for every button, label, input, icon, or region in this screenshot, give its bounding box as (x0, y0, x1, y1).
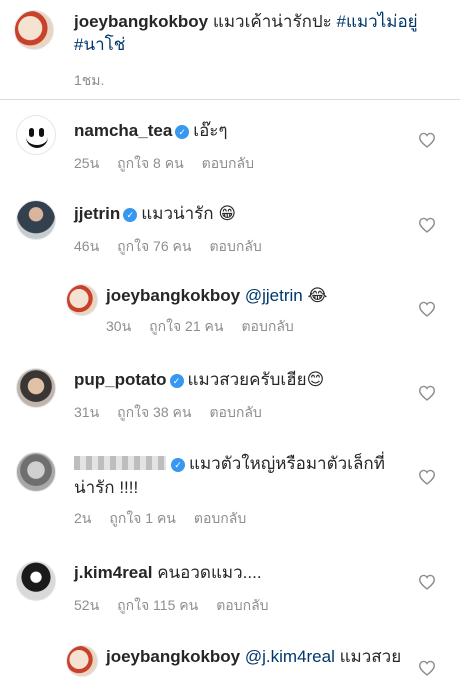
comment-username[interactable]: namcha_tea (74, 121, 172, 140)
comments-screen: joeybangkokboy แมวเค้าน่ารักปะ #แมวไม่อย… (0, 0, 460, 696)
divider (0, 99, 460, 100)
hashtag-link[interactable]: #นาโช่ (74, 35, 125, 54)
comment-username[interactable]: pup_potato (74, 370, 167, 389)
comment-time: 31น (74, 404, 100, 420)
comment-time: 25น (74, 155, 100, 171)
caption-username[interactable]: joeybangkokboy (74, 12, 208, 31)
heart-outline-icon[interactable] (418, 217, 436, 233)
avatar-j-kim4real[interactable] (16, 561, 56, 601)
comment-text: แมวน่ารัก 😁 (141, 204, 237, 223)
reply-button[interactable]: ตอบกลับ (209, 404, 261, 420)
comment-text: คนอวดแมว.... (157, 563, 262, 582)
comment-likes[interactable]: ถูกใจ 8 คน (117, 155, 184, 171)
comment-text: แมวสวยครับเฮีย😊 (187, 370, 325, 389)
reply-button[interactable]: ตอบกลับ (241, 318, 293, 334)
verified-badge-icon: ✓ (171, 458, 185, 472)
verified-badge-icon: ✓ (169, 374, 184, 388)
comment-likes[interactable]: ถูกใจ 38 คน (117, 404, 191, 420)
reply-button[interactable]: ตอบกลับ (216, 597, 268, 613)
hashtag-link[interactable]: #แมวไม่อยู่ (337, 12, 418, 31)
heart-outline-icon[interactable] (418, 301, 436, 317)
comment-text: แมวสวย (334, 647, 402, 666)
comment-text: เอ๊ะๆ (193, 121, 228, 140)
heart-outline-icon[interactable] (418, 660, 436, 676)
comment-time: 2น (74, 510, 92, 526)
caption-body: แมวเค้าน่ารักปะ (208, 12, 337, 31)
reply-button[interactable]: ตอบกลับ (209, 238, 261, 254)
verified-badge-icon: ✓ (175, 125, 190, 139)
reply-button[interactable]: ตอบกลับ (194, 510, 246, 526)
comment-likes[interactable]: ถูกใจ 21 คน (149, 318, 223, 334)
caption-time: 1ชม. (74, 72, 105, 88)
comment-likes[interactable]: ถูกใจ 115 คน (117, 597, 198, 613)
avatar-joeybangkokboy[interactable] (14, 10, 54, 50)
heart-outline-icon[interactable] (418, 574, 436, 590)
comment-username[interactable]: joeybangkokboy (106, 647, 240, 666)
comment-text: 😂 (302, 286, 328, 305)
heart-outline-icon[interactable] (418, 385, 436, 401)
comment-username[interactable]: joeybangkokboy (106, 286, 240, 305)
comment-username[interactable]: j.kim4real (74, 563, 152, 582)
comment-likes[interactable]: ถูกใจ 76 คน (117, 238, 191, 254)
caption-text: joeybangkokboy แมวเค้าน่ารักปะ #แมวไม่อย… (74, 10, 454, 56)
mention-link[interactable]: @jjetrin (245, 286, 303, 305)
avatar-joeybangkokboy[interactable] (66, 284, 98, 316)
verified-badge-icon: ✓ (123, 208, 138, 222)
avatar-pup-potato[interactable] (16, 368, 56, 408)
heart-outline-icon[interactable] (418, 469, 436, 485)
comment-time: 46น (74, 238, 100, 254)
avatar-jjetrin[interactable] (16, 200, 56, 240)
mention-link[interactable]: @j.kim4real (245, 647, 335, 666)
heart-outline-icon[interactable] (418, 132, 436, 148)
comment-time: 52น (74, 597, 100, 613)
comment-likes[interactable]: ถูกใจ 1 คน (109, 510, 176, 526)
comment-time: 30น (106, 318, 132, 334)
avatar-namcha-tea[interactable] (16, 115, 56, 155)
avatar-redacted[interactable] (16, 452, 56, 492)
redacted-username (74, 456, 166, 470)
reply-button[interactable]: ตอบกลับ (202, 155, 254, 171)
comment-username[interactable]: jjetrin (74, 204, 120, 223)
avatar-joeybangkokboy[interactable] (66, 645, 98, 677)
